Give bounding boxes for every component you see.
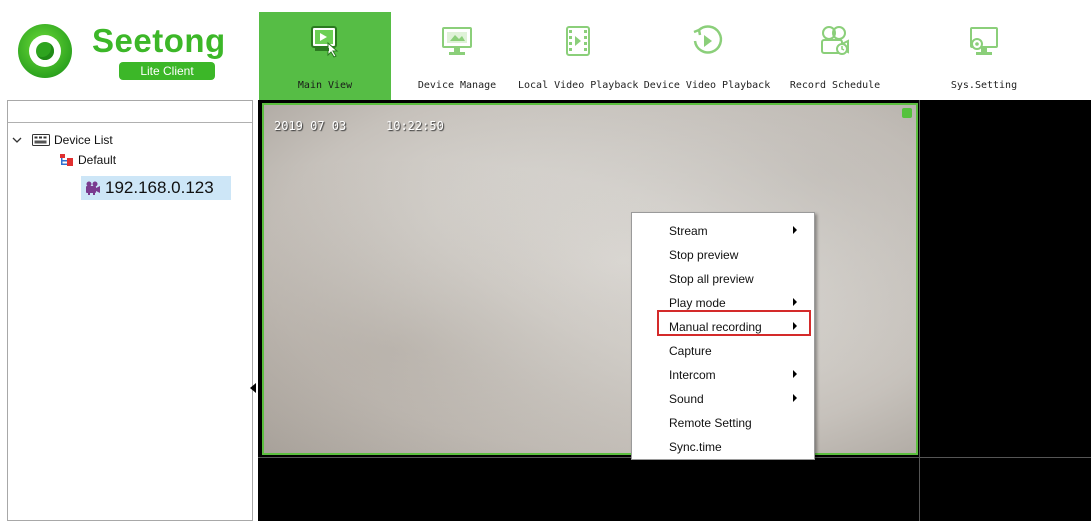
app-logo: Seetong Lite Client: [18, 18, 234, 82]
channel-status-icon: [902, 108, 912, 118]
toolbar-local-playback-button[interactable]: Local Video Playback: [518, 12, 638, 100]
sys-setting-icon: [970, 27, 998, 55]
toolbar-device-manage-label: Device Manage: [417, 80, 497, 91]
tree-root-label: Device List: [54, 133, 113, 147]
menu-item-label: Sound: [669, 392, 704, 406]
record-schedule-icon: [821, 26, 849, 55]
tree-group-label: Default: [78, 153, 117, 167]
tree-device-label: 192.168.0.123: [105, 178, 214, 197]
menu-item-capture[interactable]: Capture: [633, 339, 813, 363]
menu-item-stream[interactable]: Stream: [633, 219, 813, 243]
toolbar-main-view-label: Main View: [297, 80, 353, 91]
menu-item-sync-time[interactable]: Sync.time: [633, 435, 813, 459]
device-playback-icon: [693, 25, 723, 54]
menu-item-label: Stream: [669, 224, 708, 238]
menu-item-remote-setting[interactable]: Remote Setting: [633, 411, 813, 435]
submenu-arrow-icon: [793, 394, 797, 402]
device-list-icon: [32, 134, 50, 146]
chevron-down-icon[interactable]: [12, 135, 22, 145]
menu-item-sound[interactable]: Sound: [633, 387, 813, 411]
video-channel-1[interactable]: 2019 07 03 10:22:50: [262, 103, 918, 455]
toolbar-device-playback-label: Device Video Playback: [643, 80, 771, 91]
tree-node-device[interactable]: 192.168.0.123: [81, 176, 231, 200]
toolbar-sys-setting-label: Sys.Setting: [950, 80, 1018, 91]
camera-icon: [86, 181, 100, 195]
menu-item-label: Stop preview: [669, 248, 739, 262]
toolbar-main-view-button[interactable]: Main View: [259, 12, 391, 100]
panel-collapse-handle[interactable]: [250, 383, 256, 393]
video-channel-3[interactable]: [258, 458, 918, 521]
menu-item-intercom[interactable]: Intercom: [633, 363, 813, 387]
local-playback-icon: [566, 26, 590, 56]
device-manage-icon: [442, 27, 472, 55]
menu-item-label: Intercom: [669, 368, 716, 382]
video-channel-4[interactable]: [921, 458, 1091, 521]
context-menu: Stream Stop preview Stop all preview Pla…: [631, 212, 815, 460]
menu-item-label: Stop all preview: [669, 272, 754, 286]
menu-item-label: Remote Setting: [669, 416, 752, 430]
app-subtitle-badge: Lite Client: [119, 62, 215, 80]
toolbar-record-schedule-button[interactable]: Record Schedule: [776, 12, 894, 100]
toolbar-sys-setting-button[interactable]: Sys.Setting: [936, 12, 1032, 100]
device-tree-panel: Device List Default 192.168.0.123: [7, 100, 253, 521]
submenu-arrow-icon: [793, 370, 797, 378]
toolbar-record-schedule-label: Record Schedule: [789, 80, 881, 91]
highlight-annotation: [657, 310, 811, 336]
main-view-icon: [311, 26, 339, 58]
submenu-arrow-icon: [793, 226, 797, 234]
seetong-logo-icon: [18, 24, 72, 78]
video-channel-2[interactable]: [921, 100, 1091, 456]
toolbar-device-manage-button[interactable]: Device Manage: [409, 12, 505, 100]
toolbar-device-playback-button[interactable]: Device Video Playback: [638, 12, 776, 100]
device-search-input[interactable]: [8, 101, 252, 123]
osd-date: 2019 07 03: [274, 119, 347, 133]
osd-time: 10:22:50: [386, 119, 444, 133]
submenu-arrow-icon: [793, 298, 797, 306]
menu-item-stop-preview[interactable]: Stop preview: [633, 243, 813, 267]
menu-item-label: Sync.time: [669, 440, 722, 454]
menu-item-label: Capture: [669, 344, 712, 358]
menu-item-stop-all-preview[interactable]: Stop all preview: [633, 267, 813, 291]
app-brand: Seetong: [92, 22, 226, 59]
top-toolbar: Seetong Lite Client Main View Device Man…: [0, 0, 1091, 100]
menu-item-label: Play mode: [669, 296, 726, 310]
group-icon: [60, 154, 73, 166]
toolbar-local-playback-label: Local Video Playback: [518, 80, 638, 91]
